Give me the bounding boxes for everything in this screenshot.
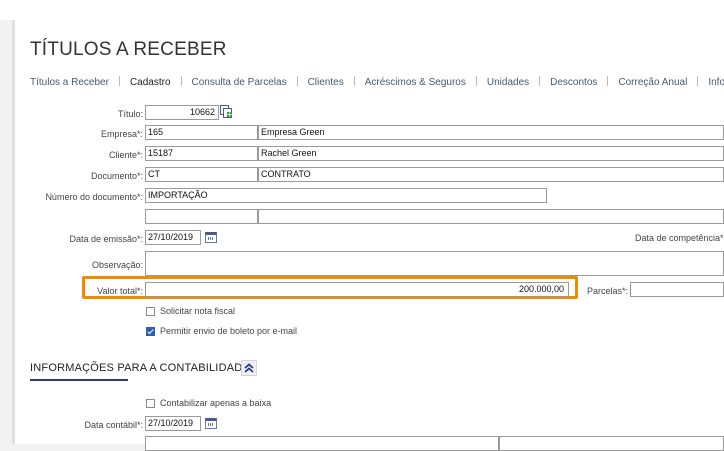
observacao-field[interactable] [145,251,724,276]
contabilizar-baixa-checkbox[interactable] [146,399,155,408]
tab-separator [118,76,120,86]
tab-separator [353,76,355,86]
tab-separator [607,76,609,86]
copy-icon[interactable] [220,105,233,118]
parcelas-label: Parcelas*: [587,286,629,296]
numero-documento-label: Número do documento*: [45,192,143,202]
tab-titulos-a-receber[interactable]: Títulos a Receber [30,77,109,88]
extra-name-field[interactable] [258,209,724,224]
data-contabil-label: Data contábil*: [84,420,143,430]
solicitar-nota-checkbox[interactable] [146,307,155,316]
tab-correcao-anual[interactable]: Correção Anual [618,77,687,88]
main-panel: TÍTULOS A RECEBER Títulos a Receber Cadas… [12,20,724,451]
solicitar-nota-label: Solicitar nota fiscal [160,306,236,316]
data-competencia-label: Data de competência* [635,233,724,243]
tab-cadastro[interactable]: Cadastro [130,77,171,88]
data-emissao-label: Data de emissão*: [69,234,143,244]
calendar-icon[interactable] [205,232,217,243]
observacao-label: Observação: [91,260,143,270]
tab-clientes[interactable]: Clientes [308,77,344,88]
permitir-boleto-checkbox[interactable] [146,327,155,336]
tab-unidades[interactable]: Unidades [487,77,529,88]
tab-bar: Títulos a Receber Cadastro Consulta de Par… [30,72,724,88]
documento-label: Documento*: [90,171,143,181]
data-emissao-field[interactable]: 27/10/2019 [145,230,201,245]
cliente-code-field[interactable]: 15187 [145,146,258,161]
empresa-code-field[interactable]: 165 [145,125,258,140]
tab-separator [180,76,182,86]
section-underline [30,379,128,381]
valor-total-label: Valor total*: [97,286,143,296]
top-bar [0,0,724,20]
titulo-field[interactable]: 10662 [145,105,219,120]
parcelas-field[interactable] [630,282,724,297]
tab-acrescimos-seguros[interactable]: Acréscimos & Seguros [365,77,466,88]
tab-separator [296,76,298,86]
contabilidade-section-title: INFORMAÇÕES PARA A CONTABILIDADE [30,362,250,374]
tab-separator [475,76,477,86]
empresa-label: Empresa*: [100,129,143,139]
tab-separator [539,76,541,86]
documento-name-field[interactable]: CONTRATO [258,167,724,182]
documento-code-field[interactable]: CT [145,167,258,182]
tab-descontos[interactable]: Descontos [550,77,597,88]
cliente-name-field[interactable]: Rachel Green [258,146,724,161]
calendar-icon[interactable] [205,418,217,429]
empresa-name-field[interactable]: Empresa Green [258,125,724,140]
chevron-up-double-icon [244,363,254,373]
tab-informacoes[interactable]: Informa [708,77,724,88]
extra-code-field[interactable] [145,209,258,224]
valor-total-field[interactable]: 200.000,00 [145,282,569,297]
contabilizar-baixa-label: Contabilizar apenas a baixa [160,398,272,408]
tab-separator [697,76,699,86]
cliente-label: Cliente*: [108,150,143,160]
page-title: TÍTULOS A RECEBER [30,39,227,60]
tab-consulta-de-parcelas[interactable]: Consulta de Parcelas [192,77,287,88]
data-contabil-field[interactable]: 27/10/2019 [145,416,201,431]
left-border [12,20,15,444]
titulo-label: Título: [117,109,143,119]
collapse-button[interactable] [241,360,257,376]
permitir-boleto-label: Permitir envio de boleto por e-mail [160,326,298,336]
numero-documento-field[interactable]: IMPORTAÇÃO [145,188,547,203]
